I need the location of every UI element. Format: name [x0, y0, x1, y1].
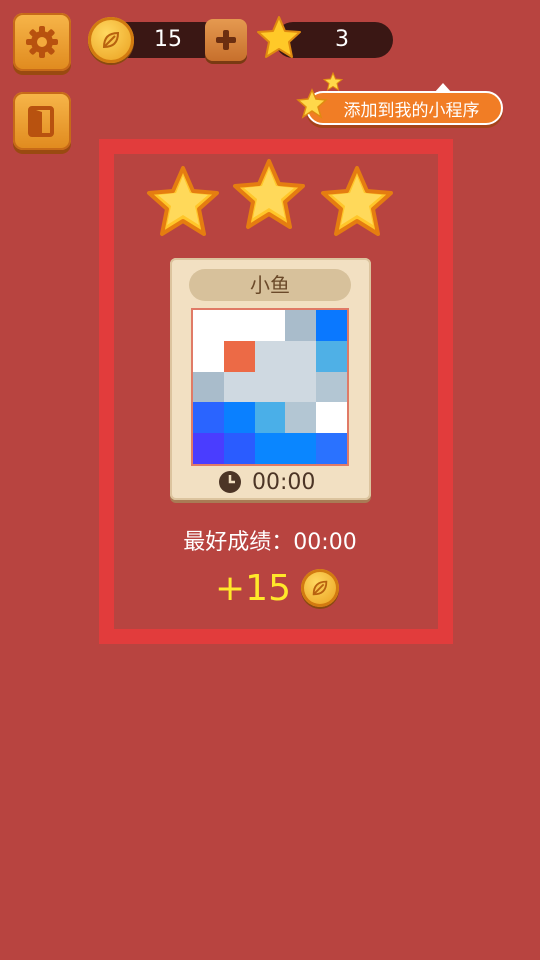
coin-icon: [88, 17, 134, 63]
best-score: 最好成绩：00:00: [114, 524, 426, 556]
pixel-cell: [254, 433, 286, 464]
best-score-label: 最好成绩：: [183, 530, 294, 555]
pixel-cell: [193, 340, 224, 372]
exit-button[interactable]: [13, 92, 71, 150]
earned-star-icon: [321, 166, 393, 236]
best-score-time: 00:00: [293, 530, 357, 555]
level-timer: 00:00: [218, 468, 315, 496]
pixel-cell: [223, 340, 255, 372]
pixel-cell: [316, 310, 347, 341]
pixel-cell: [285, 340, 317, 372]
pixel-cell: [285, 310, 317, 341]
coin-count: 15: [154, 27, 182, 52]
pixel-cell: [223, 371, 255, 403]
reward-amount: +15: [215, 567, 291, 609]
star-count: 3: [335, 27, 349, 52]
pixel-cell: [285, 433, 317, 464]
earned-star-icon: [147, 166, 219, 236]
clock-icon: [219, 471, 241, 493]
pixel-cell: [316, 340, 347, 372]
pixel-cell: [193, 402, 224, 434]
level-card: 小鱼 00:00: [170, 258, 371, 500]
pixel-cell: [223, 402, 255, 434]
add-to-mini-program-label: 添加到我的小程序: [343, 100, 480, 121]
level-name: 小鱼: [189, 269, 351, 301]
gear-icon: [26, 26, 58, 58]
level-time: 00:00: [252, 469, 316, 495]
pixel-cell: [223, 433, 255, 464]
star-icon: [257, 16, 301, 58]
pixel-cell: [285, 371, 317, 403]
pixel-cell: [254, 340, 286, 372]
pixel-cell: [316, 371, 347, 403]
small-star-icon: [296, 88, 328, 119]
pixel-cell: [193, 371, 224, 403]
pixel-cell: [316, 402, 347, 434]
plus-icon: [216, 30, 236, 50]
pixel-cell: [193, 433, 224, 464]
pixel-art-preview: [191, 308, 349, 466]
pixel-cell: [254, 402, 286, 434]
coin-reward: +15: [215, 566, 339, 610]
pixel-cell: [285, 402, 317, 434]
add-to-mini-program-button[interactable]: 添加到我的小程序: [306, 83, 503, 125]
pixel-cell: [223, 310, 255, 341]
coin-icon: [300, 569, 339, 607]
pixel-cell: [254, 310, 286, 341]
door-exit-icon: [28, 106, 54, 137]
pixel-cell: [254, 371, 286, 403]
pixel-cell: [193, 310, 224, 341]
settings-button[interactable]: [13, 13, 71, 71]
earned-star-icon: [233, 159, 305, 229]
pixel-cell: [316, 433, 347, 464]
add-coins-button[interactable]: [205, 19, 247, 61]
